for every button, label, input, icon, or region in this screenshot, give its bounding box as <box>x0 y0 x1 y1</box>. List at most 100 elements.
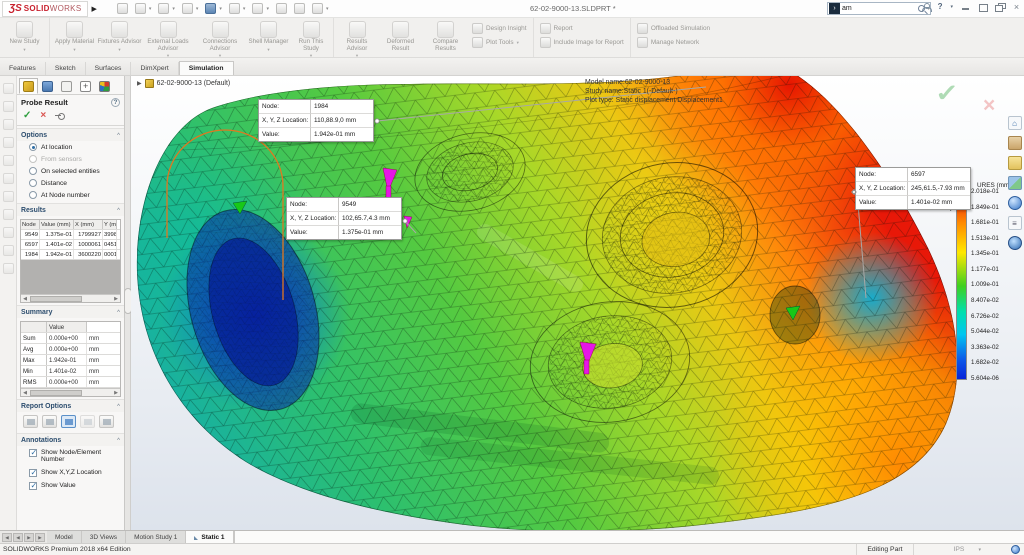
table-row[interactable]: 9549 1.375e-01 1799927 3998 <box>21 230 120 240</box>
options-gear-icon[interactable] <box>311 3 323 14</box>
last-tab-icon[interactable]: ▶ <box>35 532 45 542</box>
col-x[interactable]: X (mm) <box>74 220 103 229</box>
options-section-header[interactable]: Options ^ <box>17 128 124 141</box>
pm-tab-chart[interactable] <box>95 78 114 94</box>
home-icon[interactable] <box>116 3 128 14</box>
pm-tab-list[interactable] <box>38 78 57 94</box>
scroll-left-icon[interactable]: ◀ <box>21 296 29 302</box>
plot-tools-button[interactable]: Plot Tools ▾ <box>472 37 527 48</box>
new-document-icon[interactable] <box>134 3 146 14</box>
col-y[interactable]: Y (m <box>103 220 117 229</box>
checkbox-show-node-number[interactable]: Show Node/Element Number <box>17 446 124 466</box>
open-icon[interactable] <box>158 3 170 14</box>
confirm-ok-icon[interactable]: ✓ <box>935 79 959 108</box>
undo-icon[interactable] <box>228 3 240 14</box>
tab-model[interactable]: Model <box>47 531 82 543</box>
radio-at-location[interactable]: At location <box>17 141 124 153</box>
report-options-collapse-icon[interactable]: ^ <box>117 404 120 410</box>
file-explorer-icon[interactable] <box>1007 156 1022 170</box>
rebuild-icon[interactable] <box>275 3 287 14</box>
manage-network-button[interactable]: Manage Network <box>636 37 710 48</box>
probe-callout-9549[interactable]: Node: 9549 X, Y, Z Location: 102,65.7,4.3 … <box>286 197 402 240</box>
radio-distance[interactable]: Distance <box>17 177 124 189</box>
radio-at-node-number[interactable]: At Node number <box>17 189 124 201</box>
checkbox-show-value[interactable]: Show Value <box>17 479 124 492</box>
tab-3d-views[interactable]: 3D Views <box>81 531 127 543</box>
table-row[interactable]: 1984 1.942e-01 3600220 0001 <box>21 250 120 260</box>
first-tab-icon[interactable]: ◀ <box>2 532 12 542</box>
report-options-section-header[interactable]: Report Options ^ <box>17 399 124 412</box>
report-doc-icon[interactable] <box>80 415 95 428</box>
next-tab-icon[interactable]: ▶ <box>24 532 34 542</box>
help-icon[interactable]: ? <box>938 2 943 11</box>
scroll-right-icon[interactable]: ▶ <box>112 296 120 302</box>
results-hscrollbar[interactable]: ◀ ▶ <box>21 294 120 302</box>
pm-tab-clipboard[interactable] <box>57 78 76 94</box>
tree-ghost-icon[interactable] <box>2 263 14 274</box>
results-advisor-button[interactable]: Results Advisor ▾ <box>336 19 378 59</box>
summary-section-header[interactable]: Summary ^ <box>17 305 124 318</box>
checkbox-show-xyz-location[interactable]: Show X,Y,Z Location <box>17 466 124 479</box>
confirm-cancel-icon[interactable]: × <box>983 94 995 118</box>
summary-hscrollbar[interactable]: ◀ ▶ <box>21 388 120 396</box>
restore-icon[interactable] <box>995 2 1006 12</box>
probe-callout-6597[interactable]: Node: 6597 X, Y, Z Location: 245,61.5,-7.9… <box>851 167 971 210</box>
forum-icon[interactable] <box>1007 236 1022 250</box>
pm-tab-probe[interactable] <box>19 78 38 94</box>
tree-ghost-icon[interactable] <box>2 83 14 94</box>
tree-ghost-icon[interactable] <box>2 155 14 166</box>
menu-flyout-arrow-icon[interactable]: ▶ <box>91 5 96 13</box>
shell-manager-caret-icon[interactable]: ▾ <box>246 47 291 53</box>
tree-ghost-icon[interactable] <box>2 191 14 202</box>
unit-system-selector[interactable]: IPS <box>914 546 979 553</box>
summary-collapse-icon[interactable]: ^ <box>117 310 120 316</box>
tab-simulation[interactable]: Simulation <box>178 61 234 75</box>
tab-sketch[interactable]: Sketch <box>46 62 86 75</box>
tree-ghost-icon[interactable] <box>2 245 14 256</box>
design-insight-button[interactable]: Design Insight <box>472 23 527 34</box>
tree-ghost-icon[interactable] <box>2 227 14 238</box>
capture-image-icon[interactable] <box>99 415 114 428</box>
tab-motion-study-1[interactable]: Motion Study 1 <box>126 531 187 543</box>
save-icon[interactable] <box>181 3 193 14</box>
select-icon[interactable] <box>252 3 264 14</box>
offloaded-simulation-button[interactable]: Offloaded Simulation <box>636 23 710 34</box>
tab-features[interactable]: Features <box>0 62 46 75</box>
col-value[interactable]: Value (mm) <box>40 220 74 229</box>
deformed-result-button[interactable]: Deformed Result <box>378 19 423 52</box>
save-caret-icon[interactable]: ▾ <box>196 6 199 12</box>
tab-surfaces[interactable]: Surfaces <box>86 62 132 75</box>
file-properties-icon[interactable] <box>293 3 305 14</box>
tab-dimxpert[interactable]: DimXpert <box>131 62 179 75</box>
help-caret-icon[interactable]: ▾ <box>950 4 953 10</box>
search-input[interactable] <box>842 5 919 12</box>
fixtures-advisor-button[interactable]: Fixtures Advisor ▾ <box>97 19 142 53</box>
run-this-study-button[interactable]: Run This Study ▾ <box>291 19 331 59</box>
scroll-thumb[interactable] <box>30 295 82 302</box>
tree-ghost-icon[interactable] <box>2 137 14 148</box>
undo-caret-icon[interactable]: ▾ <box>243 6 246 12</box>
maximize-icon[interactable] <box>978 3 988 12</box>
units-caret-icon[interactable]: ▾ <box>978 547 1011 553</box>
annotations-section-header[interactable]: Annotations ^ <box>17 433 124 446</box>
table-row[interactable]: 6597 1.401e-02 1000061 0451 <box>21 240 120 250</box>
prev-tab-icon[interactable]: ◀ <box>13 532 23 542</box>
include-image-for-report-button[interactable]: Include Image for Report <box>539 37 624 48</box>
status-globe-icon[interactable] <box>1011 545 1020 554</box>
new-study-button[interactable]: New Study ▾ <box>2 19 47 53</box>
custom-properties-icon[interactable]: ≡ <box>1007 216 1022 230</box>
results-collapse-icon[interactable]: ^ <box>117 208 120 214</box>
options-caret-icon[interactable]: ▾ <box>326 6 329 12</box>
tree-ghost-icon[interactable] <box>2 173 14 184</box>
copy-table-icon[interactable] <box>42 415 57 428</box>
external-loads-advisor-button[interactable]: External Loads Advisor ▾ <box>142 19 194 59</box>
connections-advisor-button[interactable]: Connections Advisor ▾ <box>194 19 246 59</box>
cancel-button[interactable]: × <box>40 110 46 121</box>
home-tab-icon[interactable]: ⌂ <box>1007 116 1022 130</box>
tree-item-part[interactable]: 62-02-9000-13 (Default) <box>157 80 231 87</box>
results-section-header[interactable]: Results ^ <box>17 203 124 216</box>
close-icon[interactable]: × <box>1012 2 1021 11</box>
print-caret-icon[interactable]: ▾ <box>219 6 222 12</box>
search-scope-icon[interactable]: › <box>829 3 840 14</box>
tree-ghost-icon[interactable] <box>2 101 14 112</box>
